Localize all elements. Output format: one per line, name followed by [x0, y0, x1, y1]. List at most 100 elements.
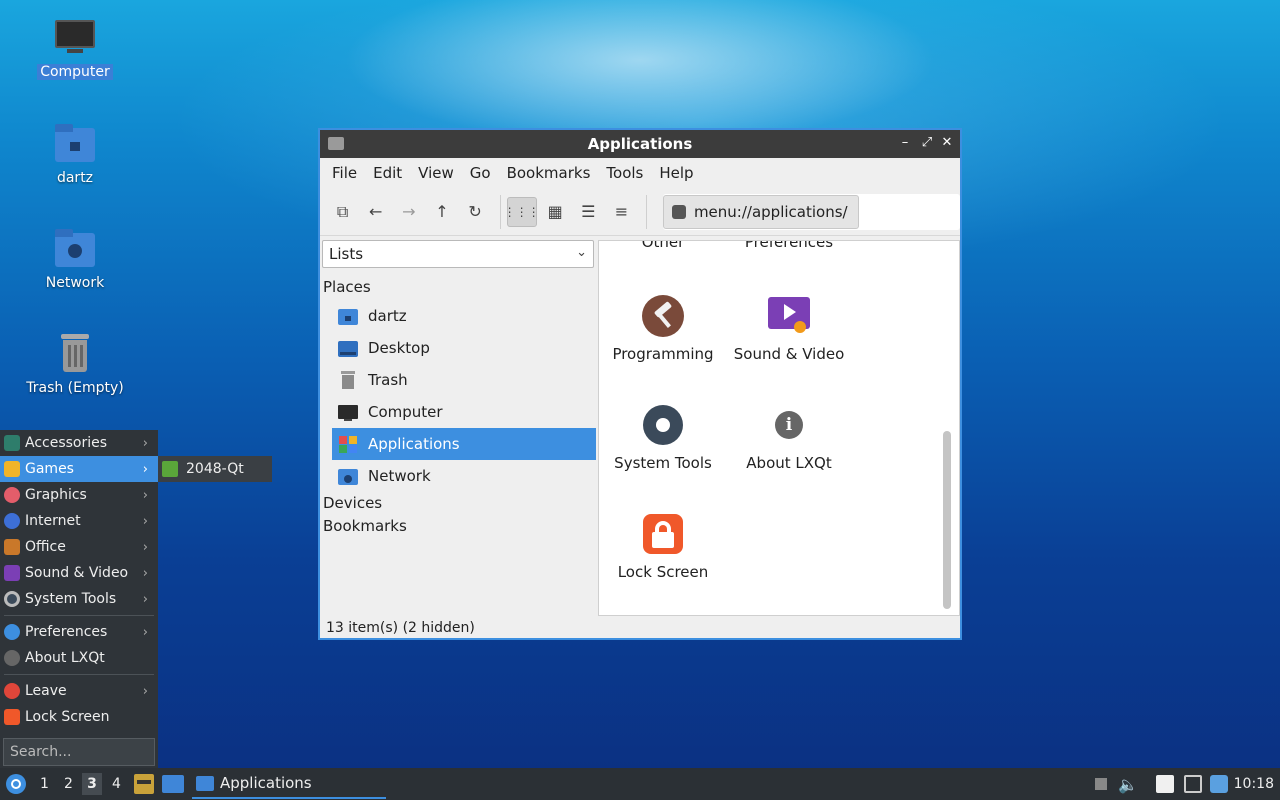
- file-manager-launcher[interactable]: [162, 775, 184, 793]
- workspace-2[interactable]: 2: [64, 776, 73, 792]
- sidebar-item-computer[interactable]: Computer: [332, 396, 596, 428]
- menu-item-about-lxqt[interactable]: About LXQt: [0, 645, 158, 671]
- lock-icon: [4, 709, 20, 725]
- file-view: Other Preferences Programming Sound & Vi…: [598, 240, 960, 616]
- network-icon[interactable]: [1184, 775, 1202, 793]
- up-button[interactable]: ↑: [427, 197, 456, 227]
- close-button[interactable]: ✕: [938, 134, 956, 152]
- menu-tools[interactable]: Tools: [598, 164, 651, 182]
- desktop-icon-computer[interactable]: Computer: [20, 16, 130, 80]
- grid-item-label: System Tools: [614, 454, 712, 472]
- detailed-view-button[interactable]: ≡: [607, 197, 636, 227]
- grid-item-programming[interactable]: Programming: [601, 295, 725, 363]
- forward-button[interactable]: →: [394, 197, 423, 227]
- menu-item-system-tools[interactable]: System Tools ›: [0, 586, 158, 612]
- sidebar-item-label: Desktop: [368, 339, 430, 357]
- back-button[interactable]: ←: [361, 197, 390, 227]
- grid-item-sound-video[interactable]: Sound & Video: [727, 295, 851, 363]
- grid-item-about-lxqt[interactable]: i About LXQt: [727, 404, 851, 472]
- office-icon: [4, 539, 20, 555]
- compact-view-button[interactable]: ☰: [574, 197, 603, 227]
- desktop-icon-network[interactable]: Network: [20, 227, 130, 291]
- menu-help[interactable]: Help: [651, 164, 701, 182]
- chevron-right-icon: ›: [142, 435, 148, 451]
- menu-item-internet[interactable]: Internet ›: [0, 508, 158, 534]
- lxqt-logo-icon: [11, 779, 21, 789]
- accessories-icon: [4, 435, 20, 451]
- volume-icon[interactable]: 🔈: [1118, 775, 1138, 794]
- update-notifier-icon[interactable]: [1210, 775, 1228, 793]
- menu-item-leave[interactable]: Leave ›: [0, 678, 158, 704]
- menu-view[interactable]: View: [410, 164, 462, 182]
- menu-go[interactable]: Go: [462, 164, 499, 182]
- sidebar-item-desktop[interactable]: Desktop: [332, 332, 596, 364]
- minimize-button[interactable]: –: [896, 134, 914, 152]
- sidebar-item-network[interactable]: Network: [332, 460, 596, 492]
- chevron-right-icon: ›: [142, 683, 148, 699]
- eject-icon[interactable]: [1092, 775, 1110, 793]
- grid-item-label: Lock Screen: [617, 563, 709, 581]
- applications-icon: [338, 435, 358, 453]
- devices-header[interactable]: Devices: [323, 494, 382, 512]
- clock[interactable]: 10:18: [1234, 776, 1274, 792]
- menu-bookmarks[interactable]: Bookmarks: [499, 164, 599, 182]
- grid-item-other[interactable]: Other: [601, 241, 725, 251]
- menu-item-lock-screen[interactable]: Lock Screen: [0, 704, 158, 730]
- menu-item-label: System Tools: [25, 591, 117, 607]
- sidebar-item-label: Applications: [368, 435, 460, 453]
- maximize-button[interactable]: ⤢: [918, 134, 936, 152]
- chevron-right-icon: ›: [142, 487, 148, 503]
- network-folder-icon: [338, 467, 358, 485]
- toolbar: ⧉ ← → ↑ ↻ ⋮⋮⋮ ▦ ☰ ≡ menu://applications/: [320, 188, 960, 236]
- games-submenu-item-2048[interactable]: 2048-Qt: [158, 456, 272, 482]
- desktop-icon-home[interactable]: dartz: [20, 122, 130, 186]
- menubar: File Edit View Go Bookmarks Tools Help: [320, 158, 960, 188]
- path-text: menu://applications/: [693, 202, 848, 221]
- computer-icon: [53, 16, 97, 60]
- menu-file[interactable]: File: [324, 164, 365, 182]
- sidebar-item-applications[interactable]: Applications: [332, 428, 596, 460]
- sidebar-item-trash[interactable]: Trash: [332, 364, 596, 396]
- taskbar-app-label: Applications: [220, 774, 312, 792]
- desktop-icon-trash[interactable]: Trash (Empty): [20, 332, 130, 396]
- image-icon: ▦: [547, 202, 563, 221]
- icon-view-button[interactable]: ⋮⋮⋮: [504, 196, 540, 227]
- eject-glyph: [1095, 778, 1107, 790]
- sidebar-item-dartz[interactable]: dartz: [332, 300, 596, 332]
- menu-item-preferences[interactable]: Preferences ›: [0, 619, 158, 645]
- menu-item-games[interactable]: Games ›: [0, 456, 158, 482]
- vertical-scrollbar[interactable]: [943, 431, 951, 609]
- workspace-3[interactable]: 3: [82, 773, 102, 795]
- workspace-1[interactable]: 1: [40, 776, 49, 792]
- thumbnail-view-button[interactable]: ▦: [541, 197, 570, 227]
- info-icon: i: [768, 404, 810, 446]
- chevron-right-icon: ›: [142, 539, 148, 555]
- multimedia-icon: [4, 565, 20, 581]
- show-desktop-button[interactable]: [134, 774, 154, 794]
- workspace-4[interactable]: 4: [112, 776, 121, 792]
- sidebar-mode-select[interactable]: Lists ⌄: [322, 240, 594, 268]
- menu-item-sound-video[interactable]: Sound & Video ›: [0, 560, 158, 586]
- menu-item-office[interactable]: Office ›: [0, 534, 158, 560]
- hammer-icon: [642, 295, 684, 337]
- computer-icon: [338, 403, 358, 421]
- menu-item-accessories[interactable]: Accessories ›: [0, 430, 158, 456]
- taskbar-app-applications[interactable]: Applications: [192, 769, 386, 799]
- sidebar-item-label: dartz: [368, 307, 407, 325]
- grid-item-system-tools[interactable]: System Tools: [601, 404, 725, 472]
- grid-item-lock-screen[interactable]: Lock Screen: [601, 513, 725, 581]
- power-icon: [4, 683, 20, 699]
- bookmarks-header[interactable]: Bookmarks: [323, 517, 407, 535]
- menu-search-input[interactable]: Search...: [3, 738, 155, 766]
- grid-item-preferences[interactable]: Preferences: [727, 241, 851, 251]
- menu-edit[interactable]: Edit: [365, 164, 410, 182]
- menu-item-graphics[interactable]: Graphics ›: [0, 482, 158, 508]
- path-bar[interactable]: menu://applications/: [662, 193, 960, 230]
- window-titlebar[interactable]: Applications – ⤢ ✕: [320, 130, 960, 158]
- places-header[interactable]: Places: [323, 278, 371, 296]
- reload-button[interactable]: ↻: [461, 197, 490, 227]
- start-menu-button[interactable]: [6, 774, 26, 794]
- new-tab-button[interactable]: ⧉: [328, 197, 357, 227]
- clipboard-icon[interactable]: [1156, 775, 1174, 793]
- path-segment[interactable]: menu://applications/: [662, 194, 859, 229]
